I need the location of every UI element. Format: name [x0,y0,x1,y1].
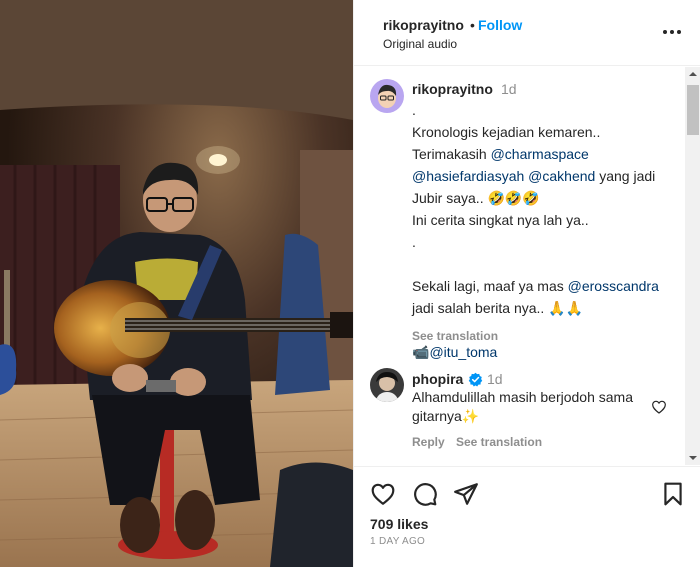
commenter-username[interactable]: phopira [412,371,463,387]
scroll-down-arrow-icon[interactable] [685,451,700,465]
caption-line: Terimakasih @charmaspace [412,143,672,165]
caption-line: . [412,102,416,118]
caption-line-text: yang jadi [595,168,656,184]
scroll-up-arrow-icon[interactable] [685,67,700,81]
comment-like-heart-icon[interactable] [651,399,667,415]
comment-reply-button[interactable]: Reply [412,435,445,449]
follow-button[interactable]: Follow [478,17,522,33]
commenter-avatar[interactable] [370,368,404,402]
post-media[interactable] [0,0,353,567]
author-avatar[interactable] [370,79,404,113]
caption-line: @hasiefardiasyah @cakhend yang jadi [412,165,672,187]
caption-line [412,253,672,275]
separator-dot: • [470,17,475,33]
comments-scrollbar[interactable] [685,67,700,465]
audio-label[interactable]: Original audio [383,37,457,51]
save-bookmark-icon[interactable] [660,481,686,507]
caption-line: Sekali lagi, maaf ya mas @erosscandra [412,275,672,297]
like-heart-icon[interactable] [370,481,396,507]
caption-line: . [412,234,416,250]
caption-line-text: 📹 [412,344,430,360]
scrollbar-thumb[interactable] [687,85,699,135]
comments-list[interactable]: rikoprayitno 1d . Kronologis kejadian ke… [354,67,700,465]
mention-link[interactable]: @hasiefardiasyah [412,168,524,184]
comment-see-translation[interactable]: See translation [456,435,542,449]
caption-line-text: Terimakasih [412,146,491,162]
mention-link[interactable]: @cakhend [528,168,595,184]
caption-line: jadi salah berita nya.. 🙏🙏 [412,300,584,316]
more-horizontal-icon[interactable] [662,22,682,42]
caption-line-text: Sekali lagi, maaf ya mas [412,278,568,294]
caption-line: Ini cerita singkat nya lah ya.. [412,212,589,228]
caption-line: Kronologis kejadian kemaren.. [412,124,601,140]
caption-line: 📹@itu_toma [412,341,672,363]
caption-see-translation[interactable]: See translation [412,329,498,343]
comment-text: Alhamdulillah masih berjodoh sama gitarn… [412,389,634,424]
post-header: rikoprayitno • Follow Original audio [354,0,700,66]
mention-link[interactable]: @itu_toma [429,344,497,360]
post-details-panel: rikoprayitno • Follow Original audio rik… [353,0,700,567]
post-actions-bar: 709 likes 1 DAY AGO [354,466,700,567]
verified-badge-icon [468,372,483,387]
share-send-icon[interactable] [453,481,479,507]
caption-time: 1d [501,81,517,97]
caption-username[interactable]: rikoprayitno [412,81,493,97]
likes-count[interactable]: 709 likes [370,516,428,532]
mention-link[interactable]: @charmaspace [491,146,589,162]
author-username[interactable]: rikoprayitno [383,17,464,33]
comment-bubble-icon[interactable] [412,481,438,507]
caption-text: . Kronologis kejadian kemaren.. Terimaka… [412,99,672,363]
post-photo [0,0,353,567]
post-date[interactable]: 1 DAY AGO [370,536,425,547]
mention-link[interactable]: @erosscandra [568,278,659,294]
caption-line: Jubir saya.. 🤣🤣🤣 [412,190,540,206]
comment-time: 1d [487,371,503,387]
